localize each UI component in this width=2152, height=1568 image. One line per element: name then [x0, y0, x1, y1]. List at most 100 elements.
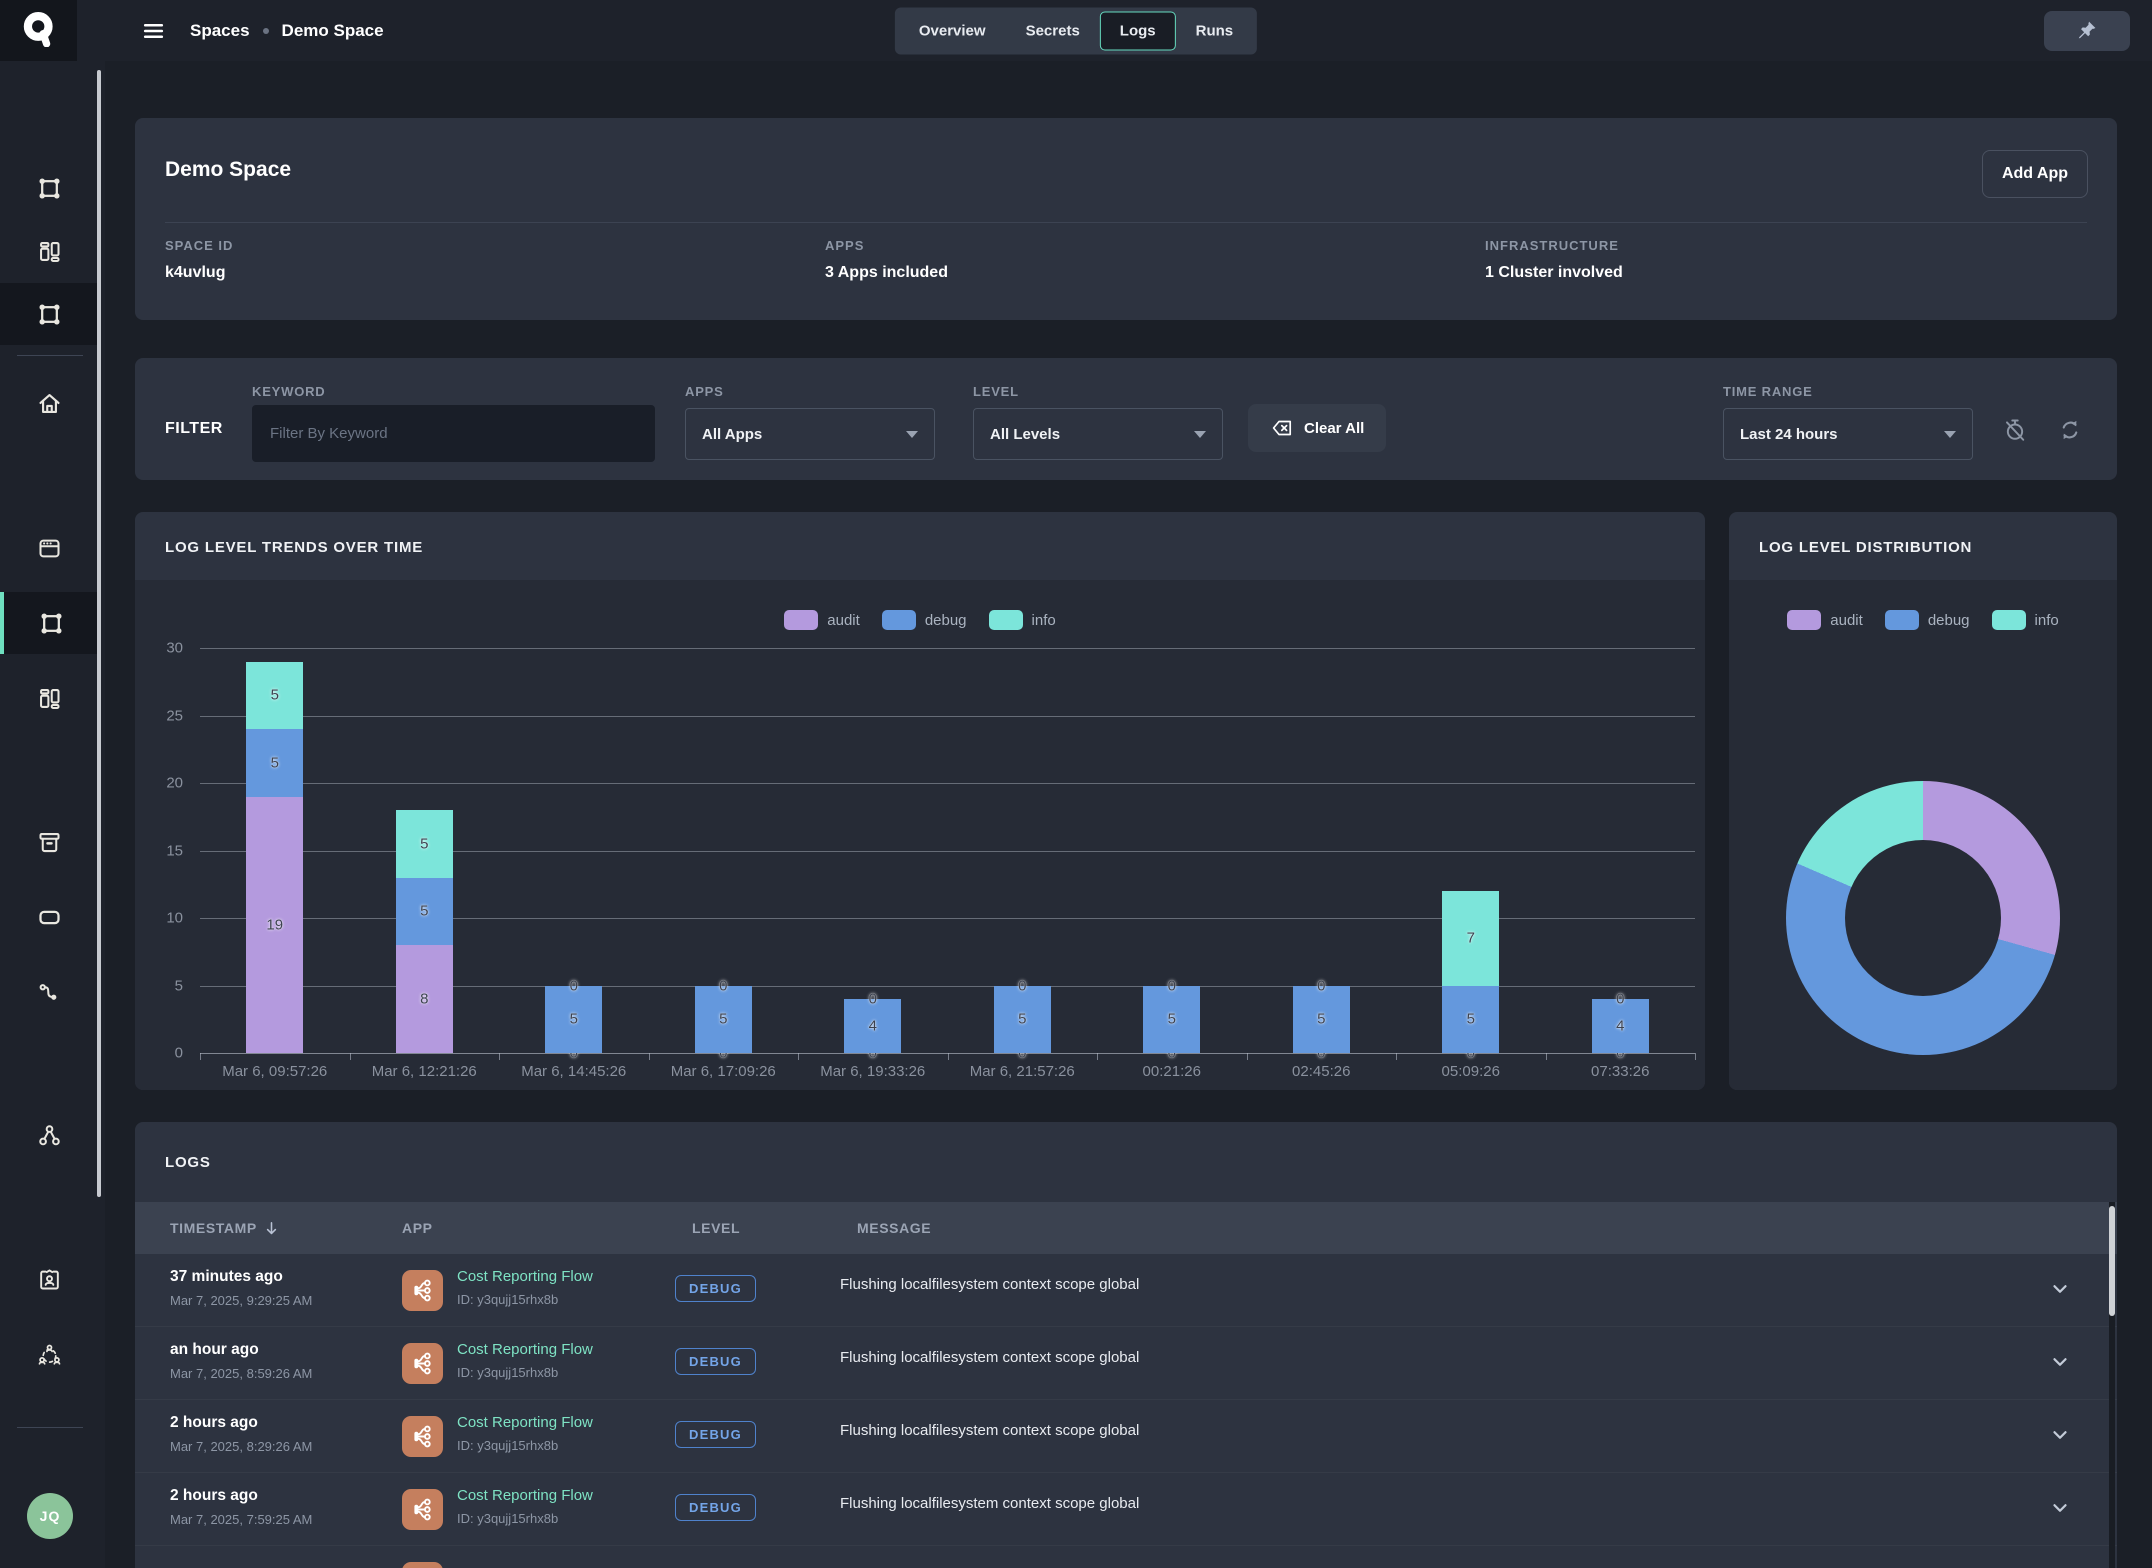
sidebar-item-route[interactable]	[0, 961, 98, 1023]
bar-value-label: 0	[719, 977, 727, 994]
sidebar-item-id-badge[interactable]	[0, 1248, 98, 1310]
log-time-relative: 2 hours ago	[170, 1414, 258, 1432]
menu-icon[interactable]	[141, 18, 166, 43]
log-app-link[interactable]: Cost Reporting Flow	[457, 1487, 593, 1504]
tab-overview[interactable]: Overview	[899, 11, 1006, 50]
logs-table-header: TIMESTAMP APP LEVEL MESSAGE	[135, 1202, 2117, 1254]
apps-select[interactable]: All Apps	[685, 408, 935, 460]
meta-value: k4uvlug	[165, 264, 233, 282]
tab-runs[interactable]: Runs	[1176, 11, 1254, 50]
sidebar-scrollbar-thumb[interactable]	[97, 70, 101, 1197]
x-axis-tick	[350, 1053, 351, 1060]
log-row[interactable]	[135, 1546, 2117, 1568]
app-flow-icon	[402, 1270, 443, 1311]
chevron-down-icon[interactable]	[2049, 1497, 2071, 1524]
space-header-card: Demo Space Add App SPACE IDk4uvlugAPPS3 …	[135, 118, 2117, 320]
logs-card: LOGS TIMESTAMP APP LEVEL MESSAGE 37 minu…	[135, 1122, 2117, 1568]
logs-scrollbar-thumb[interactable]	[2109, 1206, 2115, 1316]
tab-logs[interactable]: Logs	[1100, 11, 1176, 50]
log-row[interactable]: 2 hours agoMar 7, 2025, 8:29:26 AMCost R…	[135, 1400, 2117, 1473]
log-level-badge: DEBUG	[675, 1275, 756, 1302]
legend-item-info[interactable]: info	[1992, 610, 2059, 630]
view-tabs: OverviewSecretsLogsRuns	[895, 7, 1257, 54]
bar-value-label: 5	[1018, 1011, 1026, 1028]
time-range-label: TIME RANGE	[1723, 384, 1813, 399]
legend-item-debug[interactable]: debug	[1885, 610, 1970, 630]
chevron-down-icon[interactable]	[2049, 1278, 2071, 1305]
sort-desc-icon	[263, 1220, 280, 1237]
logs-title: LOGS	[165, 1154, 211, 1171]
log-row[interactable]: 37 minutes agoMar 7, 2025, 9:29:25 AMCos…	[135, 1254, 2117, 1327]
x-axis-tick	[200, 1053, 201, 1060]
tab-secrets[interactable]: Secrets	[1006, 11, 1100, 50]
page-title: Demo Space	[165, 158, 291, 182]
log-message: Flushing localfilesystem context scope g…	[840, 1276, 1139, 1293]
sidebar-item-archive[interactable]	[0, 811, 98, 873]
trends-chart-title: LOG LEVEL TRENDS OVER TIME	[165, 539, 423, 556]
log-app-id: ID: y3qujj15rhx8b	[457, 1438, 558, 1453]
clear-all-button[interactable]: Clear All	[1248, 404, 1386, 452]
log-app-link[interactable]: Cost Reporting Flow	[457, 1414, 593, 1431]
log-level-badge: DEBUG	[675, 1421, 756, 1448]
app-logo[interactable]	[0, 0, 77, 61]
team-icon	[36, 1341, 63, 1368]
bar-value-label: 0	[1317, 977, 1325, 994]
x-axis-tick	[948, 1053, 949, 1060]
bar-value-label: 4	[869, 1018, 877, 1035]
sidebar-item-blocks[interactable]	[0, 220, 98, 282]
level-select[interactable]: All Levels	[973, 408, 1223, 460]
keyword-input[interactable]	[252, 405, 655, 462]
column-label: APP	[402, 1220, 433, 1236]
sidebar-item-window[interactable]	[0, 517, 98, 579]
chevron-down-icon[interactable]	[2049, 1424, 2071, 1451]
add-app-button[interactable]: Add App	[1982, 150, 2088, 198]
bar-value-label: 5	[570, 1011, 578, 1028]
column-header-level: LEVEL	[692, 1220, 857, 1236]
sidebar-divider	[17, 1427, 83, 1428]
sidebar-item-frame[interactable]	[0, 283, 98, 345]
filter-card: FILTER KEYWORD APPS All Apps LEVEL All L…	[135, 358, 2117, 480]
donut-hole	[1845, 840, 2001, 996]
header-divider	[165, 222, 2087, 223]
bar-value-label: 0	[1616, 991, 1624, 1008]
sidebar-item-home[interactable]	[0, 372, 98, 434]
x-axis-tick	[649, 1053, 650, 1060]
column-header-message: MESSAGE	[857, 1220, 931, 1236]
sidebar-item-team[interactable]	[0, 1323, 98, 1385]
filter-title: FILTER	[165, 420, 223, 438]
bar-value-label: 5	[420, 835, 428, 852]
sidebar-item-frame[interactable]	[0, 157, 98, 219]
meta-label: SPACE ID	[165, 238, 233, 253]
sidebar-item-frame-active[interactable]	[0, 592, 98, 654]
chevron-down-icon[interactable]	[2049, 1351, 2071, 1378]
y-axis-tick-label: 10	[143, 910, 183, 927]
log-row[interactable]: an hour agoMar 7, 2025, 8:59:26 AMCost R…	[135, 1327, 2117, 1400]
logo-q-icon	[20, 9, 58, 52]
sidebar-item-network[interactable]	[0, 1104, 98, 1166]
column-label: LEVEL	[692, 1220, 740, 1236]
log-app-link[interactable]: Cost Reporting Flow	[457, 1268, 593, 1285]
column-header-app: APP	[402, 1220, 692, 1236]
bar-value-label: 5	[271, 754, 279, 771]
timer-off-button[interactable]	[1997, 412, 2033, 448]
log-time-relative: 37 minutes ago	[170, 1268, 283, 1286]
user-avatar[interactable]: JQ	[27, 1493, 73, 1539]
sidebar-item-blocks[interactable]	[0, 667, 98, 729]
log-app-link[interactable]: Cost Reporting Flow	[457, 1341, 593, 1358]
legend-item-audit[interactable]: audit	[1787, 610, 1863, 630]
x-axis-tick	[1546, 1053, 1547, 1060]
y-axis-tick-label: 5	[143, 977, 183, 994]
breadcrumb-spaces[interactable]: Spaces	[190, 21, 250, 41]
x-axis-tick	[1695, 1053, 1696, 1060]
log-row[interactable]: 2 hours agoMar 7, 2025, 7:59:25 AMCost R…	[135, 1473, 2117, 1546]
column-header-timestamp[interactable]: TIMESTAMP	[170, 1220, 402, 1237]
refresh-button[interactable]	[2052, 412, 2088, 448]
app-flow-icon	[402, 1343, 443, 1384]
x-axis-tick	[1247, 1053, 1248, 1060]
x-axis-category-label: Mar 6, 14:45:26	[521, 1063, 626, 1080]
node-icon	[36, 904, 63, 931]
pin-button[interactable]	[2044, 11, 2130, 51]
time-range-select[interactable]: Last 24 hours	[1723, 408, 1973, 460]
sidebar-item-node[interactable]	[0, 886, 98, 948]
chevron-down-icon	[1944, 431, 1956, 438]
